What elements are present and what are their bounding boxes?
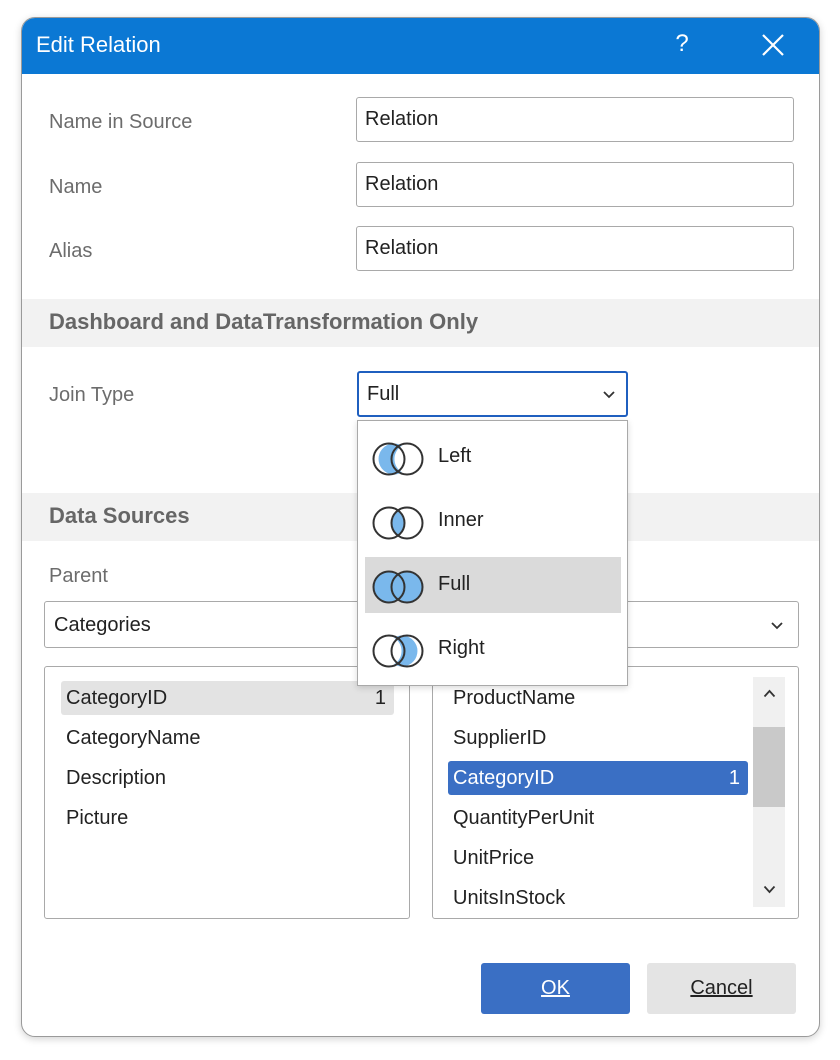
join-option-right[interactable]: Right xyxy=(365,621,621,677)
title-bar: Edit Relation ? xyxy=(22,18,819,74)
join-option-left[interactable]: Left xyxy=(365,429,621,485)
data-sources-section-title: Data Sources xyxy=(49,503,190,528)
chevron-down-icon xyxy=(771,622,783,630)
list-item[interactable]: Description xyxy=(61,761,394,795)
parent-columns-list[interactable]: CategoryID 1 CategoryName Description Pi… xyxy=(44,666,410,919)
parent-value: Categories xyxy=(54,614,151,636)
match-badge: 1 xyxy=(728,767,740,789)
ok-button[interactable]: OK xyxy=(481,963,630,1014)
list-item[interactable]: CategoryID 1 xyxy=(448,761,748,795)
name-label: Name xyxy=(49,176,103,198)
name-field[interactable]: Relation xyxy=(356,162,794,207)
join-type-dropdown: Left Inner Full Right xyxy=(357,420,628,686)
join-option-full[interactable]: Full xyxy=(365,557,621,613)
chevron-down-icon xyxy=(603,391,615,399)
edit-relation-dialog: Edit Relation ? Name in Source Relation … xyxy=(21,17,820,1037)
right-join-icon xyxy=(372,634,424,668)
dialog-title: Edit Relation xyxy=(36,32,161,57)
list-item[interactable]: Picture xyxy=(61,801,394,835)
alias-field[interactable]: Relation xyxy=(356,226,794,271)
left-join-icon xyxy=(372,442,424,476)
scrollbar[interactable] xyxy=(753,677,785,907)
close-icon[interactable] xyxy=(760,32,786,58)
list-item[interactable]: SupplierID xyxy=(448,721,748,755)
list-item[interactable]: QuantityPerUnit xyxy=(448,801,748,835)
name-in-source-field[interactable]: Relation xyxy=(356,97,794,142)
scroll-down-icon[interactable] xyxy=(763,885,776,894)
dashboard-section-title: Dashboard and DataTransformation Only xyxy=(49,309,479,334)
inner-join-icon xyxy=(372,506,424,540)
help-icon[interactable]: ? xyxy=(670,30,694,60)
cancel-button[interactable]: Cancel xyxy=(647,963,796,1014)
scroll-thumb[interactable] xyxy=(753,727,785,807)
join-type-value: Full xyxy=(367,383,400,405)
dashboard-section-header: Dashboard and DataTransformation Only xyxy=(22,299,819,347)
list-item[interactable]: ProductName xyxy=(448,681,748,715)
list-item[interactable]: UnitPrice xyxy=(448,841,748,875)
parent-label: Parent xyxy=(49,565,108,587)
match-badge: 1 xyxy=(374,687,386,709)
alias-label: Alias xyxy=(49,240,93,262)
scroll-up-icon[interactable] xyxy=(763,689,776,698)
join-type-select[interactable]: Full xyxy=(357,371,628,417)
full-join-icon xyxy=(372,570,424,604)
join-option-inner[interactable]: Inner xyxy=(365,493,621,549)
child-columns-list[interactable]: ProductName SupplierID CategoryID 1 Quan… xyxy=(432,666,799,919)
list-item[interactable]: CategoryID 1 xyxy=(61,681,394,715)
name-in-source-label: Name in Source xyxy=(49,111,193,133)
list-item[interactable]: CategoryName xyxy=(61,721,394,755)
join-type-label: Join Type xyxy=(49,384,135,406)
list-item[interactable]: UnitsInStock xyxy=(448,881,748,915)
